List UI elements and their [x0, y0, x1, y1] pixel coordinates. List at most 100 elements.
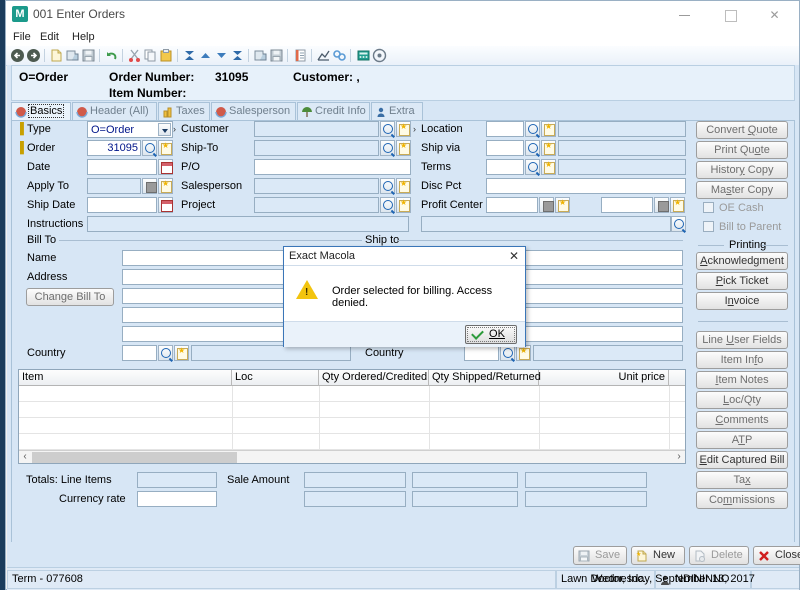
- invoice-button[interactable]: Invoice: [696, 292, 788, 310]
- bill-to-country-favorite[interactable]: [174, 345, 189, 361]
- acknowledgment-button[interactable]: Acknowledgment: [696, 252, 788, 270]
- grid-empty-row[interactable]: [19, 386, 685, 402]
- location-input[interactable]: [486, 121, 524, 137]
- grid-scroll-thumb[interactable]: [32, 452, 237, 463]
- salesperson-favorite-button[interactable]: [396, 178, 411, 194]
- oe-cash-checkbox[interactable]: [703, 202, 714, 213]
- chart-icon[interactable]: [316, 48, 331, 63]
- close-button[interactable]: ✕: [752, 1, 797, 29]
- profit-center-input-1[interactable]: [486, 197, 538, 213]
- tab-salesperson[interactable]: Salesperson: [211, 102, 296, 120]
- tax-button[interactable]: Tax: [696, 471, 788, 489]
- new-document-icon[interactable]: [49, 48, 64, 63]
- bill-to-country-lookup[interactable]: [158, 345, 173, 361]
- history-copy-button[interactable]: History Copy: [696, 161, 788, 179]
- grid-col-loc[interactable]: Loc: [232, 370, 319, 386]
- chevron-down-icon[interactable]: [158, 123, 171, 136]
- last-record-icon[interactable]: [230, 48, 245, 63]
- ship-date-input[interactable]: [87, 197, 157, 213]
- next-record-icon[interactable]: [214, 48, 229, 63]
- master-copy-button[interactable]: Master Copy: [696, 181, 788, 199]
- project-lookup-button[interactable]: [380, 197, 395, 213]
- first-record-icon[interactable]: [182, 48, 197, 63]
- apply-to-select-button[interactable]: [142, 178, 157, 194]
- notes-icon[interactable]: [293, 48, 308, 63]
- convert-quote-button[interactable]: Convert Quote: [696, 121, 788, 139]
- profit-center-desc-lookup[interactable]: [671, 216, 686, 232]
- terms-favorite-button[interactable]: [541, 159, 556, 175]
- ship-to-lookup-button[interactable]: [380, 140, 395, 156]
- profit-center-favorite-1[interactable]: [555, 197, 570, 213]
- ship-to-country-input[interactable]: [464, 345, 499, 361]
- save-icon[interactable]: [81, 48, 96, 63]
- change-bill-to-button[interactable]: Change Bill To: [26, 288, 114, 306]
- menu-item-edit[interactable]: Edit: [40, 31, 59, 43]
- date-calendar-button[interactable]: [158, 159, 173, 175]
- edit-captured-bill-button[interactable]: Edit Captured Bill: [696, 451, 788, 469]
- currency-rate-input[interactable]: [137, 491, 217, 507]
- bill-to-parent-checkbox[interactable]: [703, 221, 714, 232]
- forward-icon[interactable]: [26, 48, 41, 63]
- profit-center-description[interactable]: [421, 216, 671, 232]
- tab-extra[interactable]: Extra: [371, 102, 423, 120]
- tab-credit-info[interactable]: Credit Info: [297, 102, 370, 120]
- project-input[interactable]: [254, 197, 379, 213]
- link-icon[interactable]: [332, 48, 347, 63]
- ship-to-favorite-button[interactable]: [396, 140, 411, 156]
- order-favorite-button[interactable]: [158, 140, 173, 156]
- bill-to-country-input[interactable]: [122, 345, 157, 361]
- ship-via-lookup-button[interactable]: [525, 140, 540, 156]
- profit-center-input-2[interactable]: [601, 197, 653, 213]
- grid-empty-row[interactable]: [19, 418, 685, 434]
- location-favorite-button[interactable]: [541, 121, 556, 137]
- project-favorite-button[interactable]: [396, 197, 411, 213]
- terms-lookup-button[interactable]: [525, 159, 540, 175]
- date-input[interactable]: [87, 159, 157, 175]
- line-user-fields-button[interactable]: Line User Fields: [696, 331, 788, 349]
- scroll-left-icon[interactable]: ‹: [19, 451, 31, 464]
- customer-input[interactable]: [254, 121, 379, 137]
- po-input[interactable]: [254, 159, 411, 175]
- apply-to-favorite-button[interactable]: [158, 178, 173, 194]
- grid-col-qty-shipped[interactable]: Qty Shipped/Returned: [429, 370, 541, 386]
- tab-taxes[interactable]: Taxes: [158, 102, 210, 120]
- salesperson-lookup-button[interactable]: [380, 178, 395, 194]
- calculator-icon[interactable]: [356, 48, 371, 63]
- scroll-right-icon[interactable]: ›: [673, 451, 685, 464]
- item-info-button[interactable]: Item Info: [696, 351, 788, 369]
- comments-button[interactable]: Comments: [696, 411, 788, 429]
- dialog-ok-button[interactable]: OK: [465, 325, 517, 344]
- profit-center-favorite-2[interactable]: [670, 197, 685, 213]
- save-button[interactable]: Save: [573, 546, 627, 565]
- copy-icon[interactable]: [143, 48, 158, 63]
- location-lookup-button[interactable]: [525, 121, 540, 137]
- pick-ticket-button[interactable]: Pick Ticket: [696, 272, 788, 290]
- ship-via-favorite-button[interactable]: [541, 140, 556, 156]
- minimize-button[interactable]: [662, 1, 707, 29]
- save-record-icon[interactable]: [269, 48, 284, 63]
- close-button-action[interactable]: Close: [753, 546, 800, 565]
- type-combo[interactable]: O=Order: [87, 121, 173, 138]
- loc-qty-button[interactable]: Loc/Qty: [696, 391, 788, 409]
- ship-to-input[interactable]: [254, 140, 379, 156]
- menu-item-file[interactable]: File: [13, 31, 31, 43]
- tab-header-all[interactable]: Header (All): [72, 102, 157, 120]
- ship-to-country-favorite[interactable]: [516, 345, 531, 361]
- delete-button[interactable]: Delete: [689, 546, 749, 565]
- item-notes-button[interactable]: Item Notes: [696, 371, 788, 389]
- grid-col-item[interactable]: Item: [19, 370, 232, 386]
- order-input[interactable]: 31095: [87, 140, 141, 156]
- customer-favorite-button[interactable]: [396, 121, 411, 137]
- customer-lookup-button[interactable]: [380, 121, 395, 137]
- terms-input[interactable]: [486, 159, 524, 175]
- instructions-input[interactable]: [87, 216, 409, 232]
- export-icon[interactable]: [253, 48, 268, 63]
- paste-icon[interactable]: [159, 48, 174, 63]
- grid-col-unit-price[interactable]: Unit price: [539, 370, 669, 386]
- maximize-button[interactable]: [708, 1, 753, 29]
- undo-icon[interactable]: [104, 48, 119, 63]
- previous-record-icon[interactable]: [198, 48, 213, 63]
- grid-horizontal-scrollbar[interactable]: ‹ ›: [19, 450, 685, 463]
- menu-item-help[interactable]: Help: [72, 31, 95, 43]
- profit-center-select-2[interactable]: [654, 197, 669, 213]
